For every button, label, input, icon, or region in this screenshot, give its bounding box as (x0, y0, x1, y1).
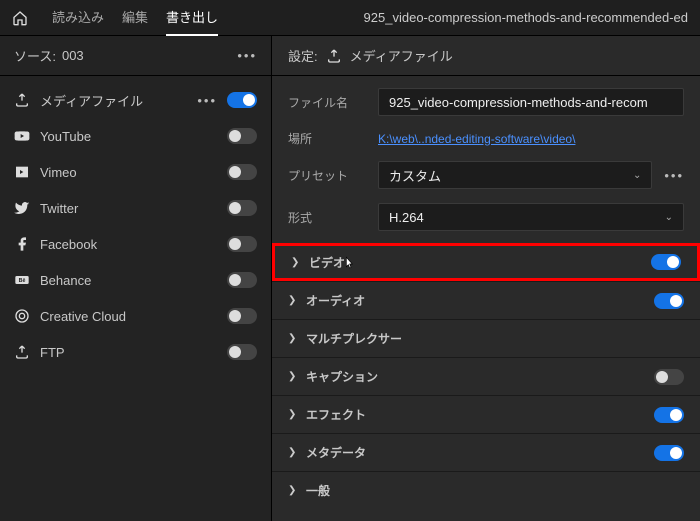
format-label: 形式 (288, 209, 366, 226)
target-toggle[interactable] (227, 272, 257, 288)
target-toggle[interactable] (227, 164, 257, 180)
right-panel: 設定: メディアファイル ファイル名 925_video-compression… (272, 36, 700, 521)
section-一般[interactable]: ❯ 一般 (272, 471, 700, 509)
chevron-right-icon: ❯ (288, 409, 298, 420)
chevron-right-icon: ❯ (288, 447, 298, 458)
chevron-down-icon: ⌄ (665, 212, 673, 223)
section-label: 一般 (306, 482, 684, 499)
preset-value: カスタム (389, 166, 441, 185)
target-vimeo[interactable]: Vimeo (0, 154, 271, 190)
target-menu-icon[interactable]: ••• (197, 93, 217, 108)
chevron-right-icon: ❯ (288, 371, 298, 382)
chevron-down-icon: ⌄ (633, 170, 641, 181)
tab-edit[interactable]: 編集 (122, 0, 148, 36)
filename-label: ファイル名 (288, 94, 366, 111)
section-toggle[interactable] (654, 369, 684, 385)
target-toggle[interactable] (227, 200, 257, 216)
section-ビデオ[interactable]: ❯ ビデオ (272, 243, 700, 281)
target-facebook[interactable]: Facebook (0, 226, 271, 262)
filename-input[interactable]: 925_video-compression-methods-and-recom (378, 88, 684, 116)
target-ftp[interactable]: FTP (0, 334, 271, 370)
facebook-icon (14, 236, 30, 252)
chevron-right-icon: ❯ (288, 485, 298, 496)
chevron-right-icon: ❯ (288, 333, 298, 344)
ftp-icon (14, 344, 30, 360)
export-icon (14, 92, 30, 108)
target-cc[interactable]: Creative Cloud (0, 298, 271, 334)
target-label: FTP (40, 345, 217, 360)
target-toggle[interactable] (227, 92, 257, 108)
settings-header: 設定: メディアファイル (272, 36, 700, 76)
location-label: 場所 (288, 130, 366, 147)
settings-target: メディアファイル (350, 46, 453, 65)
twitter-icon (14, 200, 30, 216)
target-label: Behance (40, 273, 217, 288)
target-label: Facebook (40, 237, 217, 252)
source-label: ソース: (14, 46, 56, 65)
cursor-icon (341, 256, 357, 275)
section-label: エフェクト (306, 406, 646, 423)
vimeo-icon (14, 164, 30, 180)
top-tabs: 読み込み 編集 書き出し (52, 0, 218, 36)
target-label: メディアファイル (40, 91, 187, 110)
section-label: メタデータ (306, 444, 646, 461)
source-row: ソース: 003 ••• (0, 36, 271, 76)
target-toggle[interactable] (227, 128, 257, 144)
target-behance[interactable]: Bē Behance (0, 262, 271, 298)
preset-label: プリセット (288, 167, 366, 184)
export-icon (326, 48, 342, 64)
tab-load[interactable]: 読み込み (52, 0, 104, 36)
section-toggle[interactable] (651, 254, 681, 270)
left-panel: ソース: 003 ••• メディアファイル ••• YouTube Vimeo … (0, 36, 272, 521)
chevron-right-icon: ❯ (291, 257, 301, 268)
target-label: Creative Cloud (40, 309, 217, 324)
location-link[interactable]: K:\web\..nded-editing-software\video\ (378, 132, 575, 146)
format-select[interactable]: H.264 ⌄ (378, 203, 684, 231)
section-エフェクト[interactable]: ❯ エフェクト (272, 395, 700, 433)
chevron-right-icon: ❯ (288, 295, 298, 306)
topbar: 読み込み 編集 書き出し 925_video-compression-metho… (0, 0, 700, 36)
preset-select[interactable]: カスタム ⌄ (378, 161, 652, 189)
export-targets: メディアファイル ••• YouTube Vimeo Twitter Faceb… (0, 76, 271, 376)
source-value[interactable]: 003 (62, 48, 84, 63)
svg-text:Bē: Bē (19, 278, 26, 284)
preset-menu-icon[interactable]: ••• (664, 168, 684, 183)
section-label: ビデオ (309, 254, 643, 271)
target-toggle[interactable] (227, 308, 257, 324)
tab-export[interactable]: 書き出し (166, 0, 218, 36)
section-toggle[interactable] (654, 407, 684, 423)
section-toggle[interactable] (654, 293, 684, 309)
section-オーディオ[interactable]: ❯ オーディオ (272, 281, 700, 319)
section-toggle[interactable] (654, 445, 684, 461)
section-label: キャプション (306, 368, 646, 385)
behance-icon: Bē (14, 272, 30, 288)
target-label: YouTube (40, 129, 217, 144)
project-title: 925_video-compression-methods-and-recomm… (364, 10, 688, 25)
target-twitter[interactable]: Twitter (0, 190, 271, 226)
cc-icon (14, 308, 30, 324)
section-label: マルチプレクサー (306, 330, 684, 347)
target-toggle[interactable] (227, 236, 257, 252)
source-menu-icon[interactable]: ••• (237, 48, 257, 63)
section-キャプション[interactable]: ❯ キャプション (272, 357, 700, 395)
target-youtube[interactable]: YouTube (0, 118, 271, 154)
youtube-icon (14, 128, 30, 144)
target-toggle[interactable] (227, 344, 257, 360)
target-label: Vimeo (40, 165, 217, 180)
target-export[interactable]: メディアファイル ••• (0, 82, 271, 118)
format-value: H.264 (389, 210, 424, 225)
home-icon[interactable] (12, 10, 28, 26)
sections: ❯ ビデオ ❯ オーディオ ❯ マルチプレクサー ❯ キャプション ❯ エフェク… (272, 243, 700, 509)
section-マルチプレクサー[interactable]: ❯ マルチプレクサー (272, 319, 700, 357)
section-label: オーディオ (306, 292, 646, 309)
section-メタデータ[interactable]: ❯ メタデータ (272, 433, 700, 471)
target-label: Twitter (40, 201, 217, 216)
settings-label: 設定: (288, 46, 318, 65)
